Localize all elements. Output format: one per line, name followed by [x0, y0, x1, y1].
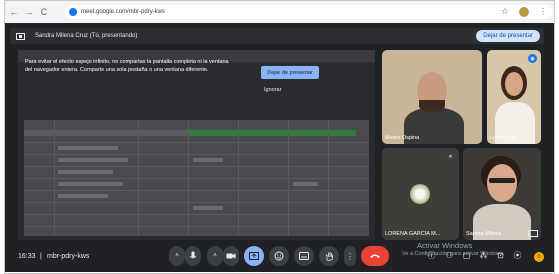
participant-tile[interactable]: ◉ Lorena Ga... — [487, 50, 541, 144]
sheet-header-row — [24, 130, 188, 136]
user-avatar-icon[interactable]: ☺ — [534, 252, 544, 262]
meeting-code: mbr-pdry-kws — [47, 253, 90, 260]
people-icon[interactable]: ⚇ — [444, 250, 455, 261]
speaking-indicator-icon: ◉ — [528, 54, 537, 63]
profile-avatar-icon[interactable] — [519, 6, 529, 17]
participant-tile[interactable]: ✕ LORENA GARCIA M... — [382, 148, 459, 240]
participant-name: Lorena Ga... — [490, 135, 521, 141]
participant-name: Sandra Milena ... — [466, 231, 508, 237]
address-bar[interactable]: meet.google.com/mbr-pdry-kws ☆ ⋮ — [65, 5, 553, 19]
present-screen-icon — [16, 32, 25, 40]
back-button[interactable]: ← — [8, 6, 20, 18]
camera-icon — [226, 253, 236, 259]
browser-toolbar: ← → C meet.google.com/mbr-pdry-kws ☆ ⋮ — [5, 1, 554, 23]
participant-face — [487, 164, 517, 202]
browser-menu-icon[interactable]: ⋮ — [539, 7, 547, 16]
end-call-icon — [370, 254, 380, 258]
present-now-button[interactable] — [244, 246, 264, 266]
grid-line — [24, 214, 369, 215]
warning-stop-presenting-button[interactable]: Dejar de presentar — [261, 66, 319, 79]
bar-separator: | — [40, 253, 42, 260]
chat-icon[interactable]: ▢ — [461, 250, 472, 261]
url-text[interactable]: meet.google.com/mbr-pdry-kws — [81, 9, 165, 15]
grid-line — [24, 166, 369, 167]
host-controls-lock-icon[interactable]: ⊡ — [495, 250, 506, 261]
grid-line — [288, 120, 289, 236]
hand-icon — [325, 252, 333, 261]
grid-line — [24, 226, 369, 227]
meeting-info-icon[interactable]: ⓘ — [426, 250, 437, 261]
leave-call-button[interactable] — [361, 246, 389, 266]
grid-line — [24, 154, 369, 155]
raise-hand-button[interactable] — [319, 246, 339, 266]
cast-icon[interactable] — [528, 230, 538, 237]
flower-avatar-icon — [410, 184, 430, 204]
reactions-button[interactable] — [269, 246, 289, 266]
sheet-cell — [193, 206, 223, 210]
sheet-green-header — [188, 130, 356, 136]
meeting-clock: 16:33 — [18, 253, 36, 260]
participant-beard — [419, 100, 445, 112]
grid-line — [188, 120, 189, 236]
stop-presenting-button[interactable]: Dejar de presentar — [476, 30, 540, 42]
present-screen-icon — [249, 252, 259, 260]
grid-line — [24, 178, 369, 179]
notification-icon[interactable]: ⦿ — [512, 250, 523, 261]
grid-line — [24, 142, 369, 143]
grid-line — [238, 120, 239, 236]
participant-face — [505, 72, 523, 96]
grid-line — [24, 202, 369, 203]
reload-button[interactable]: C — [38, 6, 50, 18]
more-options-button[interactable]: ⋮ — [344, 246, 356, 266]
forward-button[interactable]: → — [23, 6, 35, 18]
participant-tile[interactable]: Sandra Milena ... — [463, 148, 541, 240]
participant-name: LORENA GARCIA M... — [385, 231, 441, 237]
sheet-cell — [58, 194, 108, 198]
video-options-caret-icon[interactable]: ˄ — [207, 246, 223, 266]
presenting-label: Sandra Milena Cruz (Tú, presentando) — [35, 33, 138, 39]
muted-mic-icon: ✕ — [446, 152, 455, 161]
audio-options-caret-icon[interactable]: ˄ — [169, 246, 185, 266]
mic-icon — [189, 251, 197, 259]
sheet-cell — [58, 182, 123, 186]
ignore-button[interactable]: Ignorar — [264, 87, 281, 93]
captions-button[interactable] — [294, 246, 314, 266]
activities-icon[interactable]: ⁂ — [478, 250, 489, 261]
grid-line — [328, 120, 329, 236]
sheet-cell — [193, 158, 223, 162]
participant-tile[interactable]: Mateo Ospina — [382, 50, 482, 144]
sheet-cell — [58, 170, 113, 174]
grid-line — [24, 190, 369, 191]
meet-favicon-icon — [69, 8, 77, 16]
mirror-warning-text: Para evitar el efecto espejo infinito, n… — [25, 59, 229, 73]
grid-line — [138, 120, 139, 236]
sheet-cell — [58, 158, 128, 162]
windows-activation-title: Activar Windows — [417, 241, 473, 250]
sheet-cell — [58, 146, 118, 150]
participant-name: Mateo Ospina — [385, 135, 420, 141]
more-vert-icon: ⋮ — [346, 251, 354, 261]
grid-line — [54, 120, 55, 236]
camera-button[interactable] — [223, 246, 239, 266]
bookmark-star-icon[interactable]: ☆ — [501, 6, 509, 17]
shared-screen — [18, 50, 375, 240]
captions-icon — [299, 252, 309, 260]
emoji-icon — [274, 251, 284, 261]
microphone-button[interactable] — [185, 246, 201, 266]
sheet-cell — [293, 182, 318, 186]
presenting-bar: Sandra Milena Cruz (Tú, presentando) Dej… — [10, 28, 544, 44]
participant-glasses — [489, 178, 515, 183]
